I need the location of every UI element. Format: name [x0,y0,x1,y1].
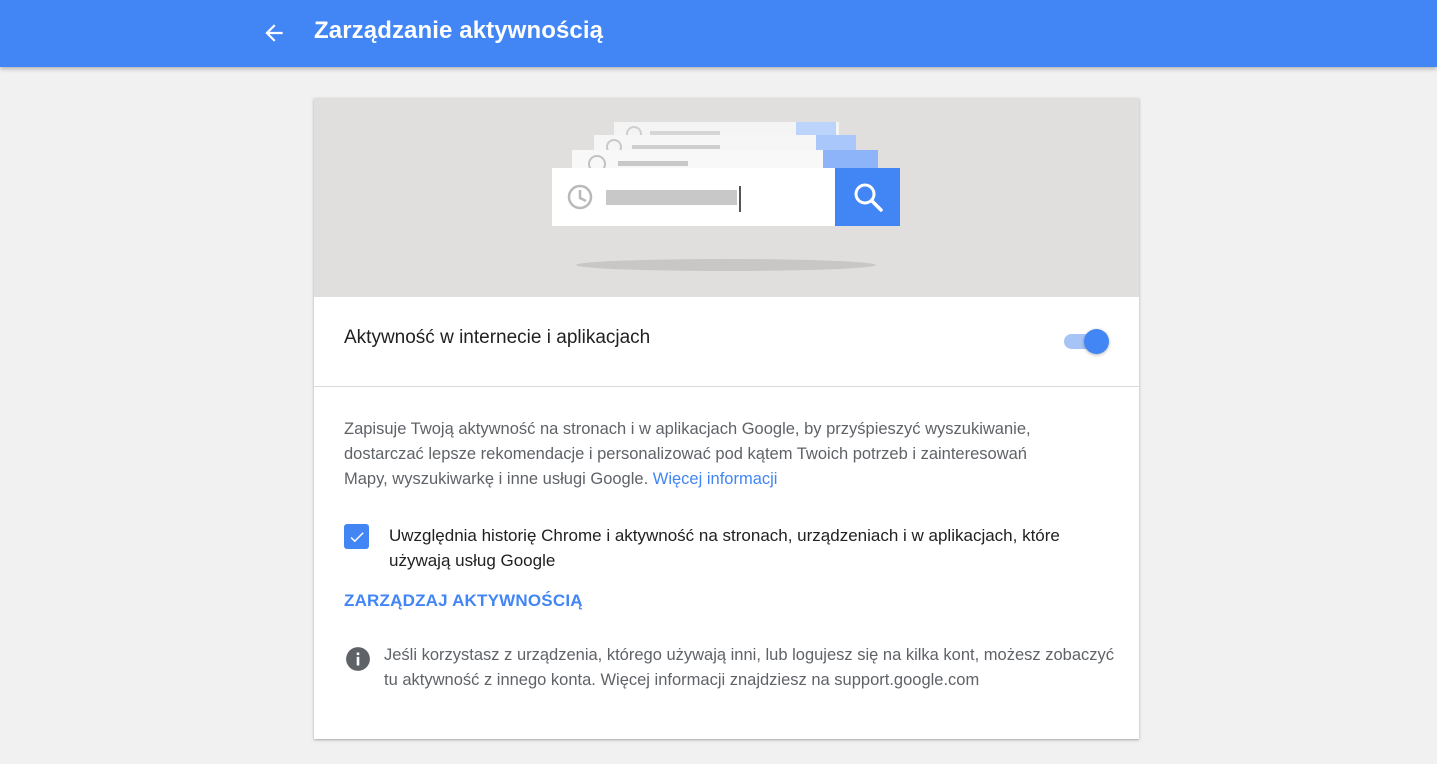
chrome-history-checkbox[interactable] [344,524,369,549]
manage-activity-button[interactable]: ZARZĄDZAJ AKTYWNOŚCIĄ [344,591,583,611]
arrow-left-icon [265,24,283,42]
back-button[interactable] [257,16,291,50]
info-icon [346,647,370,671]
hero-illustration [314,98,1139,297]
page-title: Zarządzanie aktywnością [314,17,604,44]
app-header: Zarządzanie aktywnością [0,0,1437,67]
checkbox-label: Uwzględnia historię Chrome i aktywność n… [389,526,1060,570]
setting-label: Aktywność w internecie i aplikacjach [344,327,651,348]
more-info-link[interactable]: Więcej informacji [653,470,778,488]
switch-thumb [1084,329,1109,354]
activity-toggle-switch[interactable] [1062,327,1112,355]
setting-description: Zapisuje Twoją aktywność na stronach i w… [344,417,1034,492]
activity-toggle-row: Aktywność w internecie i aplikacjach [314,297,1139,387]
info-text: Jeśli korzystasz z urządzenia, którego u… [384,646,1114,689]
activity-card: Aktywność w internecie i aplikacjach Zap… [314,98,1139,739]
search-history-illustration [552,122,900,271]
checkmark-icon [350,531,364,542]
